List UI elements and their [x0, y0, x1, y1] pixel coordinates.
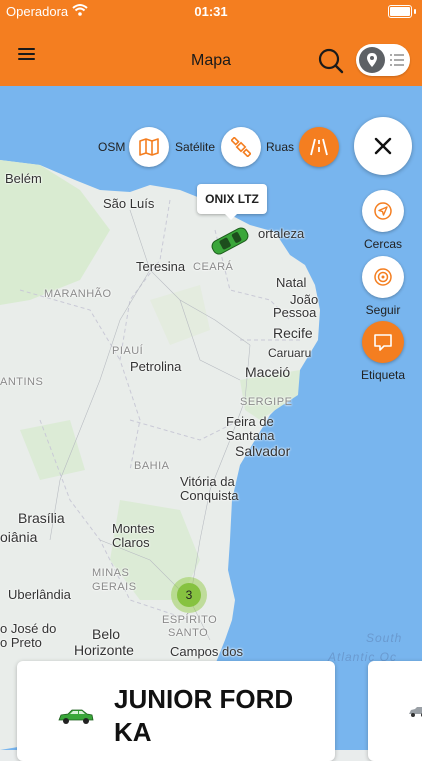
- map-label: ANTINS: [0, 376, 44, 388]
- map-label: South: [366, 631, 403, 645]
- layer-label-osm: OSM: [98, 140, 126, 154]
- map-label: o Preto: [0, 635, 42, 650]
- vehicle-cluster[interactable]: 3: [171, 577, 207, 613]
- car-icon: [57, 709, 95, 730]
- map-label: ESPÍRITO: [162, 614, 218, 626]
- map-label: Claros: [112, 535, 150, 550]
- map-label: oiânia: [0, 529, 38, 545]
- map-label: BAHIA: [134, 460, 170, 472]
- map-label: Pessoa: [273, 305, 317, 320]
- map-list-toggle[interactable]: [356, 44, 410, 76]
- geofence-icon[interactable]: [362, 190, 404, 232]
- map-label: MARANHÃO: [44, 288, 112, 300]
- map-label: PIAUÍ: [112, 345, 144, 357]
- vehicle-name: JUNIOR FORD KA: [114, 684, 294, 747]
- search-icon[interactable]: [316, 46, 346, 76]
- satellite-icon[interactable]: [221, 127, 261, 167]
- map-label: MINAS: [92, 567, 130, 579]
- map-label: Montes: [112, 521, 155, 536]
- map-label: o José do: [0, 621, 57, 636]
- car-icon: [408, 705, 422, 723]
- map-label: Uberlândia: [8, 587, 71, 602]
- map-label: ortaleza: [258, 226, 305, 241]
- status-bar: Operadora 01:31: [0, 0, 422, 22]
- map-label: Maceió: [245, 364, 291, 380]
- map-label: Petrolina: [130, 359, 182, 374]
- close-icon[interactable]: [354, 117, 412, 175]
- map-label: CEARÁ: [193, 261, 234, 273]
- map-label: Belém: [5, 171, 42, 186]
- follow-label: Seguir: [365, 303, 401, 317]
- map-label: Brasília: [18, 510, 65, 526]
- map-label: GERAIS: [92, 581, 137, 593]
- layer-label-streets: Ruas: [266, 140, 295, 154]
- vehicle-tooltip: ONIX LTZ: [197, 184, 267, 220]
- battery-icon: [388, 5, 412, 18]
- map-label: Recife: [273, 325, 313, 341]
- road-icon[interactable]: [299, 127, 339, 167]
- cluster-count: 3: [177, 583, 201, 607]
- layer-label-satellite: Satélite: [175, 140, 216, 154]
- label-toggle-label: Etiqueta: [360, 368, 406, 382]
- clock: 01:31: [194, 4, 228, 19]
- map-label: Horizonte: [74, 642, 134, 658]
- map-label: Caruaru: [268, 346, 312, 360]
- map-label: Teresina: [136, 259, 186, 274]
- geofence-label: Cercas: [363, 237, 402, 251]
- map-label: São Luís: [103, 196, 155, 211]
- location-pin-icon: [359, 47, 385, 73]
- map-label: SANTO: [168, 627, 209, 639]
- battery-tip: [414, 9, 416, 14]
- map-label: Belo: [92, 626, 121, 642]
- app-bar: Mapa: [0, 22, 422, 86]
- map-label: Vitória da: [180, 474, 235, 489]
- map-label: Feira de: [226, 414, 274, 429]
- car-marker-icon[interactable]: [208, 226, 252, 261]
- vehicle-card-next[interactable]: [368, 661, 422, 761]
- map-icon[interactable]: [129, 127, 169, 167]
- map-label: Natal: [276, 275, 307, 290]
- map-label: Campos dos: [170, 644, 243, 659]
- map-label: Salvador: [235, 443, 291, 459]
- follow-icon[interactable]: [362, 256, 404, 298]
- list-icon: [390, 54, 404, 66]
- map-label: SERGIPE: [240, 396, 293, 408]
- label-icon[interactable]: [362, 321, 404, 363]
- map-label: Conquista: [180, 488, 239, 503]
- vehicle-card[interactable]: JUNIOR FORD KA: [17, 661, 335, 761]
- map-label: Santana: [226, 428, 275, 443]
